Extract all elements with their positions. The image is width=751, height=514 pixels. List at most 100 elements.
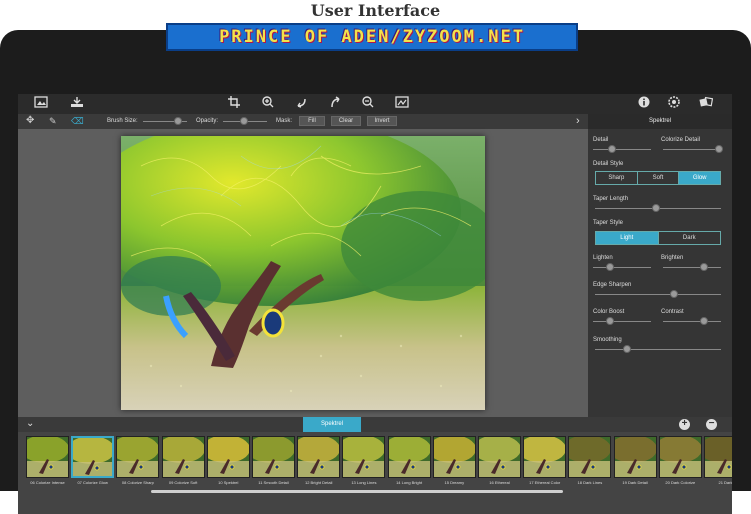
- brush-size-label: Brush Size:: [107, 118, 138, 124]
- preset-thumbnail[interactable]: [387, 436, 431, 478]
- contrast-label: Contrast: [661, 309, 684, 315]
- color-boost-knob[interactable]: [606, 317, 614, 325]
- panel-title: Spektrel: [588, 114, 732, 129]
- zoom-in-icon[interactable]: [260, 96, 276, 112]
- lighten-knob[interactable]: [606, 263, 614, 271]
- fill-button[interactable]: Fill: [299, 116, 325, 126]
- preset-thumbnail[interactable]: [26, 436, 69, 478]
- preset-thumbnail-label: 18 Dark Lines: [577, 480, 603, 485]
- preset-thumbnail-label: 19 Dark Detail: [622, 480, 648, 485]
- taper-style-label: Taper Style: [593, 220, 624, 226]
- preset-thumbnail-label: 20 Dark Colorize: [665, 480, 696, 485]
- preset-category-tab[interactable]: Spektrel: [303, 417, 361, 432]
- preset-thumbnail-label: 10 Spektrel: [218, 480, 239, 485]
- preset-thumbnail[interactable]: [613, 436, 657, 478]
- taper-length-knob[interactable]: [652, 204, 660, 212]
- undo-icon[interactable]: [293, 96, 309, 112]
- detail-slider[interactable]: [593, 149, 651, 150]
- preset-thumbnail-label: 11 Smooth Detail: [258, 480, 289, 485]
- opacity-knob[interactable]: [240, 117, 248, 125]
- detail-style-selector[interactable]: Sharp Soft Glow: [595, 171, 721, 185]
- preset-thumbnail[interactable]: [206, 436, 250, 478]
- lighten-label: Lighten: [593, 255, 613, 261]
- save-icon[interactable]: [69, 96, 85, 112]
- edge-sharpen-label: Edge Sharpen: [593, 282, 632, 288]
- preset-thumbnail[interactable]: [252, 436, 295, 478]
- preset-thumbnail-label: 14 Long Bright: [396, 480, 423, 485]
- preset-thumbnail-label: 15 Dreamy: [444, 480, 465, 485]
- detail-style-soft[interactable]: Soft: [638, 172, 680, 184]
- collapse-strip-icon[interactable]: ⌄: [26, 418, 34, 429]
- smoothing-label: Smoothing: [593, 337, 622, 343]
- preset-thumbnail[interactable]: [116, 436, 160, 478]
- clear-button[interactable]: Clear: [331, 116, 361, 126]
- detail-style-sharp[interactable]: Sharp: [596, 172, 638, 184]
- lighten-slider[interactable]: [593, 267, 651, 268]
- opacity-label: Opacity:: [196, 118, 219, 124]
- brighten-slider[interactable]: [663, 267, 721, 268]
- preset-thumbnail-label: 06 Colorize Intense: [30, 480, 65, 485]
- color-boost-label: Color Boost: [593, 309, 625, 315]
- effects-icon[interactable]: [698, 96, 714, 112]
- preset-strip-bar: ⌄ Spektrel + −: [18, 417, 732, 432]
- remove-preset-button[interactable]: −: [706, 419, 717, 430]
- preset-thumbnail[interactable]: [704, 436, 732, 478]
- preset-thumbnail-label: 17 Ethereal Color: [529, 480, 561, 485]
- preset-thumbnail[interactable]: [658, 436, 702, 478]
- preset-thumbnail-label: 16 Ethereal: [489, 480, 510, 485]
- spektrel-settings-panel: Spektrel Detail Colorize Detail Detail S…: [588, 114, 732, 417]
- smoothing-slider[interactable]: [595, 349, 721, 350]
- info-icon[interactable]: [636, 96, 652, 112]
- brush-options-bar: ✥ ✎ ⌫ Brush Size: Opacity: Mask: Fill Cl…: [18, 114, 588, 129]
- invert-button[interactable]: Invert: [367, 116, 397, 126]
- detail-style-label: Detail Style: [593, 161, 624, 167]
- watermark-banner: PRINCE OF ADEN/ZYZOOM.NET: [166, 23, 578, 51]
- eraser-icon[interactable]: ⌫: [71, 116, 84, 126]
- colorize-detail-label: Colorize Detail: [661, 137, 701, 143]
- edge-sharpen-knob[interactable]: [670, 290, 678, 298]
- brighten-knob[interactable]: [700, 263, 708, 271]
- taper-style-selector[interactable]: Light Dark: [595, 231, 721, 245]
- redo-icon[interactable]: [327, 96, 343, 112]
- image-canvas[interactable]: [18, 129, 588, 417]
- detail-style-glow[interactable]: Glow: [679, 172, 721, 184]
- taper-style-dark[interactable]: Dark: [659, 232, 721, 244]
- main-toolbar: [18, 94, 732, 114]
- zoom-out-icon[interactable]: [360, 96, 376, 112]
- preset-thumbnail[interactable]: [523, 436, 567, 478]
- preset-thumbnail[interactable]: [71, 436, 115, 478]
- preset-thumbnail-label: 08 Colorize Sharp: [121, 480, 154, 485]
- brush-icon[interactable]: ✎: [49, 116, 57, 126]
- settings-icon[interactable]: [666, 96, 682, 112]
- preset-strip: 06 Colorize Intense 07 Colorize Glow 08 Co…: [18, 432, 732, 514]
- page-heading: User Interface: [310, 1, 441, 20]
- preset-strip-scrollbar[interactable]: [151, 490, 563, 493]
- contrast-slider[interactable]: [663, 321, 721, 322]
- image-icon[interactable]: [33, 96, 49, 112]
- panel-toggle-arrow[interactable]: ›: [576, 114, 580, 128]
- edge-sharpen-slider[interactable]: [595, 294, 721, 295]
- edited-photo: [121, 136, 485, 410]
- taper-style-light[interactable]: Light: [596, 232, 659, 244]
- brush-size-knob[interactable]: [174, 117, 182, 125]
- preset-thumbnail[interactable]: [432, 436, 476, 478]
- colorize-detail-knob[interactable]: [715, 145, 723, 153]
- preset-thumbnail[interactable]: [478, 436, 521, 478]
- preset-thumbnail-label: 07 Colorize Glow: [77, 480, 108, 485]
- smoothing-knob[interactable]: [623, 345, 631, 353]
- color-boost-slider[interactable]: [593, 321, 651, 322]
- preset-thumbnail[interactable]: [161, 436, 205, 478]
- colorize-detail-slider[interactable]: [663, 149, 721, 150]
- taper-length-label: Taper Length: [593, 196, 629, 202]
- preset-thumbnail[interactable]: [568, 436, 612, 478]
- detail-label: Detail: [593, 137, 609, 143]
- add-preset-button[interactable]: +: [679, 419, 690, 430]
- detail-knob[interactable]: [608, 145, 616, 153]
- crop-icon[interactable]: [226, 96, 242, 112]
- move-icon[interactable]: ✥: [26, 116, 34, 126]
- preset-thumbnail[interactable]: [297, 436, 341, 478]
- preset-thumbnail[interactable]: [342, 436, 386, 478]
- contrast-knob[interactable]: [700, 317, 708, 325]
- preset-thumbnail-label: 21 Dark: [718, 480, 732, 485]
- fit-icon[interactable]: [394, 96, 410, 112]
